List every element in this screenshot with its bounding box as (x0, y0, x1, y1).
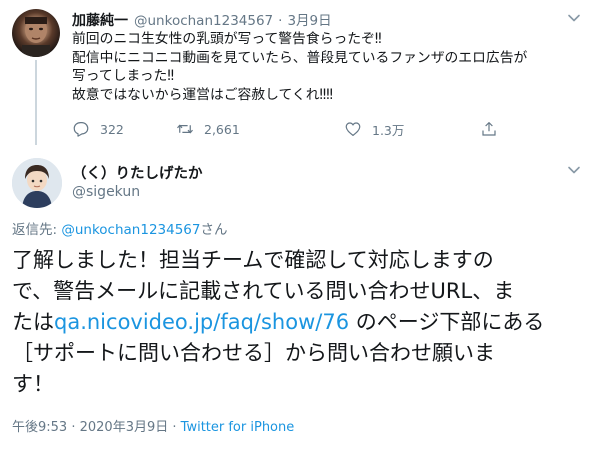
meta-separator: · (168, 420, 181, 435)
tweet-text-line: 配信中にニコニコ動画を見ていたら、普段見ているファンザのエロ広告が (72, 49, 528, 66)
thread-line (35, 60, 37, 145)
tweet-text-line: たはqa.nicovideo.jp/faq/show/76 のページ下部にある (12, 307, 587, 338)
tweet-text-line: で、警告メールに記載されている問い合わせURL、ま (12, 279, 515, 303)
author-avatar[interactable] (12, 158, 62, 208)
tweet-text-line: 了解しました！担当チームで確認して対応しますの (12, 248, 494, 272)
author-name[interactable]: 加藤純一 (72, 10, 128, 30)
share-button[interactable] (480, 119, 508, 139)
share-icon (482, 122, 496, 136)
tweet-actions: 322 2,661 1.3万 (72, 119, 512, 139)
meta-separator: · (67, 420, 80, 435)
author-avatar[interactable] (12, 9, 60, 57)
tweet-source-link[interactable]: Twitter for iPhone (181, 420, 295, 435)
tweet-text-line: 前回のニコ生女性の乳頭が写って警告食らったぞ‼ (72, 31, 382, 47)
tweet-meta: 午後9:53 · 2020年3月9日 · Twitter for iPhone (12, 416, 294, 435)
parent-tweet[interactable]: 加藤純一 @unkochan1234567 · 3月9日 前回のニコ生女性の乳頭… (0, 0, 596, 150)
like-button[interactable]: 1.3万 (344, 119, 404, 139)
reply-icon (73, 122, 89, 137)
caret-down-icon[interactable] (567, 163, 581, 177)
tweet-text-line: 故意ではないから運営はご容赦してくれ‼‼ (72, 86, 333, 103)
faq-link[interactable]: qa.nicovideo.jp/faq/show/76 (54, 310, 349, 334)
retweet-icon (177, 124, 193, 134)
like-count: 1.3万 (372, 122, 405, 138)
tweet-text-fragment: たは (12, 310, 54, 334)
tweet-time[interactable]: 午後9:53 (12, 420, 67, 435)
reply-count: 322 (100, 121, 124, 137)
caret-down-icon[interactable] (567, 11, 581, 25)
header-separator: · (278, 13, 283, 29)
author-name[interactable]: （く）りたしげたか (72, 162, 203, 183)
reply-to-suffix: さん (200, 222, 228, 238)
tweet-text-line: 写ってしまった‼ (72, 68, 175, 84)
retweet-count: 2,661 (204, 121, 240, 137)
author-handle[interactable]: @sigekun (72, 184, 140, 200)
like-icon (345, 122, 361, 136)
tweet-text-line: ［サポートに問い合わせる］から問い合わせ願いま (12, 341, 495, 365)
reply-to-line: 返信先: @unkochan1234567さん (12, 218, 227, 238)
reply-to-mention[interactable]: @unkochan1234567 (61, 222, 200, 238)
parent-tweet-text: 前回のニコ生女性の乳頭が写って警告食らったぞ‼ 配信中にニコニコ動画を見ていたら… (72, 30, 587, 104)
tweet-text-fragment: のページ下部にある (349, 310, 545, 334)
reply-button[interactable]: 322 (72, 119, 124, 139)
author-handle[interactable]: @unkochan1234567 (134, 13, 273, 29)
retweet-button[interactable]: 2,661 (176, 119, 240, 139)
main-tweet-text: 了解しました！担当チームで確認して対応しますの で、警告メールに記載されている問… (12, 245, 587, 400)
tweet-date[interactable]: 2020年3月9日 (80, 420, 169, 435)
tweet-date[interactable]: 3月9日 (287, 9, 331, 29)
reply-to-prefix: 返信先: (12, 222, 62, 238)
parent-tweet-header: 加藤純一 @unkochan1234567 · 3月9日 (72, 9, 332, 29)
tweet-text-line: す！ (12, 372, 54, 396)
